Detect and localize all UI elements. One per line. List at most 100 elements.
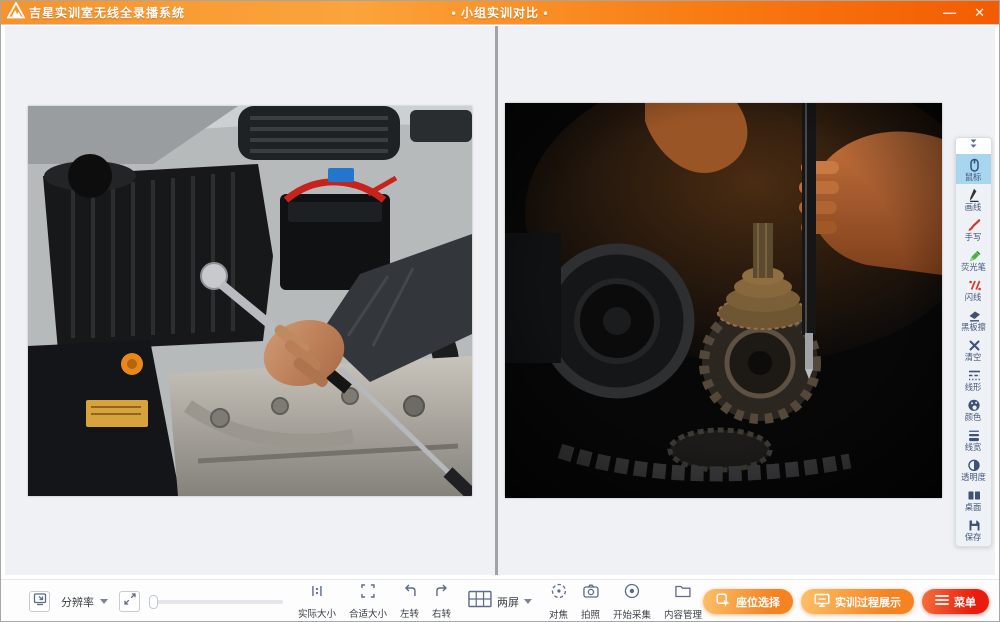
left-photo-engine-bay [28, 106, 472, 496]
tool-desktop[interactable]: 桌面 [956, 484, 991, 514]
tool-highlighter[interactable]: 荧光笔 [956, 244, 991, 274]
tool-flash-line[interactable]: 闪线 [956, 274, 991, 304]
button-label: 座位选择 [736, 594, 780, 610]
tool-save[interactable]: 保存 [956, 514, 991, 544]
tool-color[interactable]: 颜色 [956, 394, 991, 424]
tool-label: 黑板擦 [961, 322, 986, 331]
tool-label: 手写 [965, 232, 982, 241]
comparison-area: 鼠标 画线 手写 荧光笔 [1, 24, 999, 579]
snapshot-button[interactable]: 拍照 [581, 582, 600, 621]
actual-size-button[interactable]: 实际大小 [298, 583, 336, 620]
training-process-display-button[interactable]: 实训过程展示 [801, 589, 914, 614]
tool-label: 保存 [965, 532, 982, 541]
clear-icon [967, 337, 981, 352]
rotate-right-icon [433, 583, 449, 604]
bottom-toolbar: 分辨率 实际大小 [1, 579, 999, 622]
screen-mode-dropdown[interactable]: 两屏 [468, 590, 532, 613]
resolution-settings-button[interactable] [29, 591, 50, 612]
zoom-slider-handle[interactable] [149, 595, 158, 609]
camera-icon [582, 582, 600, 605]
palette-icon [967, 397, 981, 412]
window-title: 吉星实训室无线全录播系统 [29, 4, 185, 21]
resolution-label: 分辨率 [61, 594, 94, 610]
right-photo-gear-repair [505, 103, 942, 498]
close-button[interactable]: ✕ [974, 6, 985, 19]
pen-icon [967, 187, 981, 202]
folder-icon [674, 582, 692, 605]
save-icon [967, 517, 981, 532]
left-video-panel [5, 26, 495, 575]
tool-label: 桌面 [965, 502, 982, 511]
bottom-left-cluster: 分辨率 [29, 591, 283, 612]
start-capture-button[interactable]: 开始采集 [613, 582, 651, 621]
right-video-panel [498, 26, 995, 575]
button-label: 实际大小 [298, 606, 336, 620]
button-label: 合适大小 [349, 606, 387, 620]
chevron-down-icon [100, 599, 108, 604]
tool-opacity[interactable]: 透明度 [956, 454, 991, 484]
zoom-slider[interactable] [151, 600, 283, 604]
tool-line-width[interactable]: 线宽 [956, 424, 991, 454]
bottom-right-cluster: 座位选择 实训过程展示 菜单 [703, 589, 989, 614]
button-label: 实训过程展示 [835, 594, 901, 610]
zoom-expand-button[interactable] [119, 591, 140, 612]
window-subtitle: • 小组实训对比 • [451, 4, 548, 21]
tool-label: 闪线 [965, 292, 982, 301]
grid-layout-icon [468, 590, 492, 613]
minimize-button[interactable]: — [943, 6, 956, 19]
menu-button[interactable]: 菜单 [922, 589, 989, 614]
expand-arrows-icon [123, 592, 137, 611]
tool-handwrite[interactable]: 手写 [956, 214, 991, 244]
menu-icon [935, 594, 949, 609]
focus-button[interactable]: 对焦 [549, 582, 568, 621]
button-label: 对焦 [549, 607, 568, 621]
tool-label: 画线 [965, 202, 982, 211]
app-window: 吉星实训室无线全录播系统 • 小组实训对比 • — ✕ [0, 0, 1000, 622]
flash-line-icon [967, 277, 981, 292]
titlebar-left: 吉星实训室无线全录播系统 [7, 2, 185, 24]
app-logo-icon [7, 2, 25, 24]
tool-label: 线形 [965, 382, 982, 391]
resolution-dropdown[interactable]: 分辨率 [61, 594, 108, 610]
record-icon [623, 582, 641, 605]
tool-label: 颜色 [965, 412, 982, 421]
opacity-icon [967, 457, 981, 472]
annotation-toolbar: 鼠标 画线 手写 荧光笔 [955, 137, 992, 547]
rotate-left-icon [401, 583, 417, 604]
line-style-icon [967, 367, 981, 382]
tool-draw-line[interactable]: 画线 [956, 184, 991, 214]
tool-label: 鼠标 [965, 172, 982, 181]
tool-label: 线宽 [965, 442, 982, 451]
desktop-icon [967, 487, 981, 502]
line-width-icon [967, 427, 981, 442]
actual-size-icon [309, 583, 325, 604]
process-display-icon [814, 593, 830, 611]
eraser-icon [967, 307, 981, 322]
rotate-right-button[interactable]: 右转 [432, 583, 451, 620]
collapse-toolbar-button[interactable] [956, 138, 991, 154]
button-label: 左转 [400, 606, 419, 620]
chevron-down-icon [524, 599, 532, 604]
tool-label: 荧光笔 [961, 262, 986, 271]
focus-icon [550, 582, 568, 605]
screen-mode-label: 两屏 [497, 594, 519, 610]
tool-mouse[interactable]: 鼠标 [956, 154, 991, 184]
tool-label: 清空 [965, 352, 982, 361]
brush-icon [967, 217, 981, 232]
window-controls: — ✕ [943, 6, 985, 19]
rotate-left-button[interactable]: 左转 [400, 583, 419, 620]
fit-size-icon [360, 583, 376, 604]
bottom-center-cluster: 实际大小 合适大小 左转 右转 [298, 582, 702, 621]
seat-selection-button[interactable]: 座位选择 [703, 589, 793, 614]
tool-eraser[interactable]: 黑板擦 [956, 304, 991, 334]
fit-size-button[interactable]: 合适大小 [349, 583, 387, 620]
titlebar: 吉星实训室无线全录播系统 • 小组实训对比 • — ✕ [1, 1, 999, 24]
tool-label: 透明度 [961, 472, 986, 481]
tool-clear[interactable]: 清空 [956, 334, 991, 364]
button-label: 内容管理 [664, 607, 702, 621]
button-label: 拍照 [581, 607, 600, 621]
button-label: 右转 [432, 606, 451, 620]
tool-line-style[interactable]: 线形 [956, 364, 991, 394]
content-management-button[interactable]: 内容管理 [664, 582, 702, 621]
mouse-icon [967, 157, 981, 172]
